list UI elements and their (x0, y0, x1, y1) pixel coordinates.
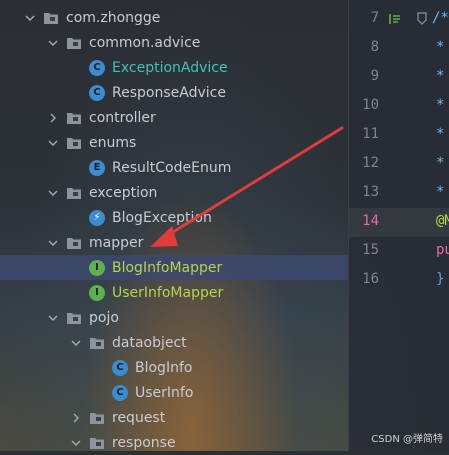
code-fragment[interactable]: @M (436, 213, 449, 229)
tree-item[interactable]: I UserInfoMapper (0, 280, 348, 305)
tree-item-label: UserInfoMapper (112, 284, 224, 301)
tree-item-label: BlogInfoMapper (112, 259, 223, 276)
tree-item-label: enums (89, 134, 137, 151)
chevron-down-icon[interactable] (46, 136, 60, 150)
tree-item[interactable]: response (0, 430, 348, 455)
tree-item-label: common.advice (89, 34, 201, 51)
tree-item[interactable]: controller (0, 105, 348, 130)
tree-item[interactable]: exception (0, 180, 348, 205)
watermark: CSDN @弹简特 (371, 434, 443, 445)
code-fragment[interactable]: * (436, 184, 444, 200)
code-fragment[interactable]: * (436, 155, 444, 171)
chevron-down-icon[interactable] (46, 186, 60, 200)
tree-item-label: BlogException (112, 209, 212, 226)
chevron-right-icon[interactable] (69, 411, 83, 425)
tree-item[interactable]: request (0, 405, 348, 430)
line-number: 13 (362, 184, 379, 200)
enum-icon: E (89, 159, 105, 176)
code-fragment[interactable]: } (436, 271, 444, 287)
chevron-down-icon[interactable] (46, 236, 60, 250)
package-folder-icon (66, 35, 82, 51)
tree-item[interactable]: I BlogInfoMapper (0, 255, 348, 280)
tree-item[interactable]: mapper (0, 230, 348, 255)
line-number: 14 (362, 213, 379, 229)
tree-item[interactable]: com.zhongge (0, 5, 348, 30)
package-folder-icon (66, 185, 82, 201)
line-number: 11 (362, 126, 379, 142)
tree-item[interactable]: ⚡ BlogException (0, 205, 348, 230)
line-number: 9 (370, 68, 379, 84)
tree-item-label: controller (89, 109, 156, 126)
line-number: 7 (370, 10, 379, 26)
exception-class-icon: ⚡ (89, 209, 105, 226)
tree-item-label: com.zhongge (66, 9, 161, 26)
tree-item[interactable]: C UserInfo (0, 380, 348, 405)
interface-icon: I (89, 284, 105, 301)
tree-item-label: dataobject (112, 334, 187, 351)
class-icon: C (112, 384, 128, 401)
project-tree-panel: com.zhongge common.advice C ExceptionAdvice… (0, 0, 348, 451)
package-folder-icon (43, 10, 59, 26)
interface-icon: I (89, 259, 105, 276)
package-folder-icon (66, 135, 82, 151)
tree-item-label: UserInfo (135, 384, 194, 401)
tree-item-label: BlogInfo (135, 359, 193, 376)
tree-item-label: ResultCodeEnum (112, 159, 232, 176)
tree-item[interactable]: enums (0, 130, 348, 155)
tree-item[interactable]: dataobject (0, 330, 348, 355)
class-icon: C (89, 59, 105, 76)
class-icon: C (89, 84, 105, 101)
chevron-down-icon[interactable] (46, 311, 60, 325)
tree-item-label: response (112, 434, 176, 451)
code-fragment[interactable]: pu (436, 242, 449, 258)
line-number: 16 (362, 271, 379, 287)
tree-item[interactable]: common.advice (0, 30, 348, 55)
tree-item[interactable]: C BlogInfo (0, 355, 348, 380)
chevron-down-icon[interactable] (69, 336, 83, 350)
tree-item[interactable]: pojo (0, 305, 348, 330)
line-number: 12 (362, 155, 379, 171)
package-folder-icon (66, 310, 82, 326)
tree-item-label: ResponseAdvice (112, 84, 226, 101)
tree-item-label: ExceptionAdvice (112, 59, 228, 76)
package-folder-icon (89, 335, 105, 351)
line-number: 8 (370, 39, 379, 55)
code-fragment[interactable]: * (436, 126, 444, 142)
line-number: 10 (362, 97, 379, 113)
code-fragment[interactable]: * (436, 39, 444, 55)
fold-marker-icon[interactable] (417, 12, 427, 26)
tree-item[interactable]: E ResultCodeEnum (0, 155, 348, 180)
package-folder-icon (66, 235, 82, 251)
tree-item[interactable]: C ResponseAdvice (0, 80, 348, 105)
tree-item-label: exception (89, 184, 158, 201)
tree-item[interactable]: C ExceptionAdvice (0, 55, 348, 80)
chevron-down-icon[interactable] (23, 11, 37, 25)
code-fragment[interactable]: * (436, 97, 444, 113)
tree-item-label: request (112, 409, 166, 426)
package-folder-icon (89, 410, 105, 426)
code-fragment[interactable]: * (436, 68, 444, 84)
package-folder-icon (89, 435, 105, 451)
line-number: 15 (362, 242, 379, 258)
tree-item-label: mapper (89, 234, 144, 251)
code-fragment[interactable]: /* (432, 10, 449, 26)
chevron-down-icon[interactable] (46, 36, 60, 50)
class-icon: C (112, 359, 128, 376)
package-folder-icon (66, 110, 82, 126)
chevron-down-icon[interactable] (69, 436, 83, 450)
chevron-right-icon[interactable] (46, 111, 60, 125)
structure-gutter-icon[interactable] (388, 12, 402, 26)
tree-item-label: pojo (89, 309, 119, 326)
